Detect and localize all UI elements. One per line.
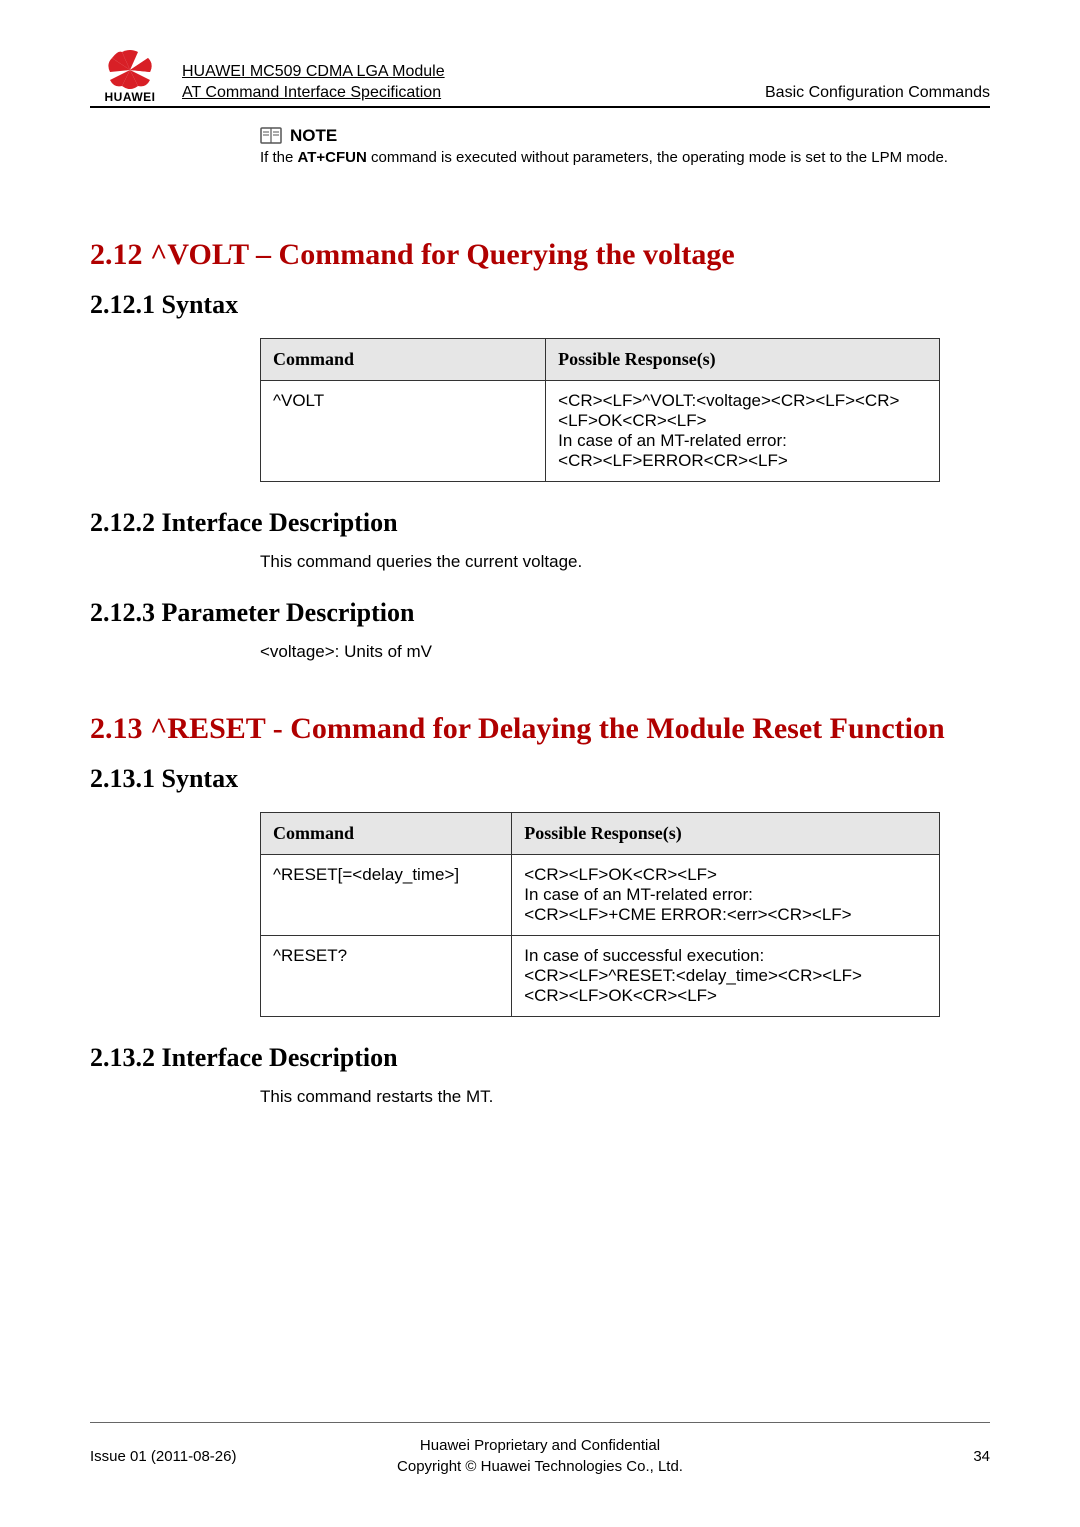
huawei-logo: HUAWEI (90, 50, 170, 104)
note-block: NOTE If the AT+CFUN command is executed … (260, 126, 960, 168)
page-root: HUAWEI HUAWEI MC509 CDMA LGA Module AT C… (0, 0, 1080, 1527)
section-213-iface-text: This command restarts the MT. (260, 1087, 990, 1107)
table-row: ^VOLT <CR><LF>^VOLT:<voltage><CR><LF><CR… (261, 381, 940, 482)
book-icon (260, 127, 282, 145)
footer-left: Issue 01 (2011-08-26) (90, 1448, 397, 1465)
note-text: If the AT+CFUN command is executed witho… (260, 148, 960, 168)
col-command: Command (261, 813, 512, 855)
col-response: Possible Response(s) (512, 813, 940, 855)
footer-center: Huawei Proprietary and Confidential Copy… (397, 1435, 683, 1477)
section-212-param-heading: 2.12.3 Parameter Description (90, 598, 990, 628)
reset-syntax-table: Command Possible Response(s) ^RESET[=<de… (260, 812, 940, 1017)
flower-icon (100, 50, 160, 90)
cell-command: ^RESET? (261, 936, 512, 1017)
header-line1: HUAWEI MC509 CDMA LGA Module (182, 61, 753, 83)
page-header: HUAWEI HUAWEI MC509 CDMA LGA Module AT C… (90, 40, 990, 104)
col-command: Command (261, 339, 546, 381)
footer-center-line1: Huawei Proprietary and Confidential (397, 1435, 683, 1456)
section-213-iface-heading: 2.13.2 Interface Description (90, 1043, 990, 1073)
section-212-syntax-heading: 2.12.1 Syntax (90, 290, 990, 320)
header-section-name: Basic Configuration Commands (765, 84, 990, 104)
note-title: NOTE (290, 126, 337, 146)
table-row: ^RESET[=<delay_time>] <CR><LF>OK<CR><LF>… (261, 855, 940, 936)
logo-text: HUAWEI (105, 90, 156, 104)
section-212-iface-text: This command queries the current voltage… (260, 552, 990, 572)
col-response: Possible Response(s) (546, 339, 940, 381)
table-header-row: Command Possible Response(s) (261, 339, 940, 381)
footer-center-line2: Copyright © Huawei Technologies Co., Ltd… (397, 1456, 683, 1477)
header-line2: AT Command Interface Specification (182, 82, 753, 104)
page-footer: Issue 01 (2011-08-26) Huawei Proprietary… (90, 1422, 990, 1477)
cell-response: In case of successful execution: <CR><LF… (512, 936, 940, 1017)
volt-syntax-table: Command Possible Response(s) ^VOLT <CR><… (260, 338, 940, 482)
section-213-syntax-heading: 2.13.1 Syntax (90, 764, 990, 794)
note-title-row: NOTE (260, 126, 960, 146)
section-213-heading: 2.13 ^RESET - Command for Delaying the M… (90, 712, 990, 746)
table-row: ^RESET? In case of successful execution:… (261, 936, 940, 1017)
cell-response: <CR><LF>OK<CR><LF> In case of an MT-rela… (512, 855, 940, 936)
header-rule (90, 106, 990, 108)
table-header-row: Command Possible Response(s) (261, 813, 940, 855)
header-title-block: HUAWEI MC509 CDMA LGA Module AT Command … (182, 61, 753, 104)
section-212-heading: 2.12 ^VOLT – Command for Querying the vo… (90, 238, 990, 272)
section-212-param-text: <voltage>: Units of mV (260, 642, 990, 662)
cell-command: ^VOLT (261, 381, 546, 482)
section-212-iface-heading: 2.12.2 Interface Description (90, 508, 990, 538)
cell-response: <CR><LF>^VOLT:<voltage><CR><LF><CR><LF>O… (546, 381, 940, 482)
cell-command: ^RESET[=<delay_time>] (261, 855, 512, 936)
footer-page-number: 34 (683, 1448, 990, 1465)
